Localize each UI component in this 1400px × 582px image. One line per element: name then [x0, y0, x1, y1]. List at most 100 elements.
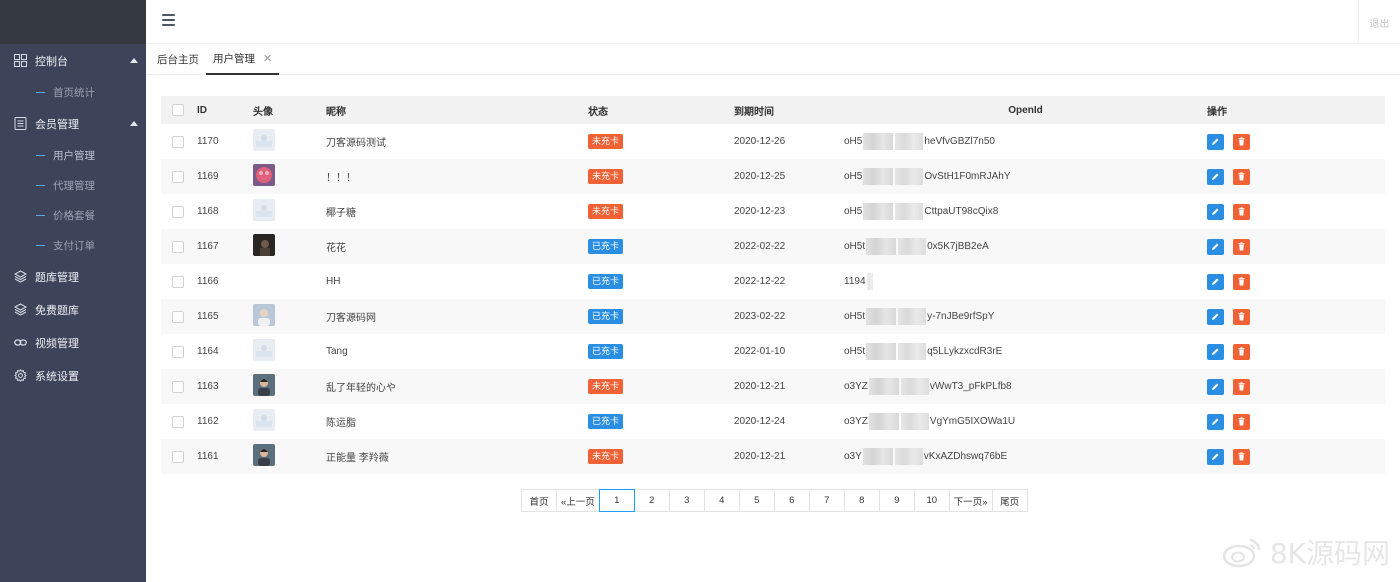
row-checkbox[interactable] [172, 135, 184, 148]
gear-icon [14, 369, 27, 382]
delete-button[interactable] [1233, 308, 1250, 325]
row-nickname: HH [326, 276, 341, 287]
page-button-9[interactable]: 9 [878, 489, 915, 512]
table-row: 1162 陈运脂 已充卡 2020-12-24 o3YZ VgYmG5IXOWa1U [161, 404, 1385, 439]
page-button-4[interactable]: 4 [703, 489, 740, 512]
page-button-7[interactable]: 7 [808, 489, 845, 512]
delete-button[interactable] [1233, 413, 1250, 430]
delete-button[interactable] [1233, 238, 1250, 255]
trash-icon [1237, 207, 1246, 216]
edit-icon [1211, 242, 1220, 251]
row-checkbox[interactable] [172, 205, 184, 218]
edit-icon [1211, 417, 1220, 426]
user-table: ID 头像 昵称 状态 到期时间 OpenId 操作 1170 刀客源码测试 未充卡… [161, 96, 1385, 474]
openid-prefix: oH5t [844, 346, 866, 357]
edit-button[interactable] [1207, 308, 1224, 325]
column-header-nickname: 昵称 [326, 106, 346, 118]
edit-button[interactable] [1207, 203, 1224, 220]
hamburger-menu-icon[interactable] [162, 14, 175, 26]
edit-icon [1211, 382, 1220, 391]
delete-button[interactable] [1233, 448, 1250, 465]
row-nickname: 正能量 李羚薇 [326, 453, 389, 464]
openid-prefix: oH5 [844, 171, 863, 182]
edit-button[interactable] [1207, 238, 1224, 255]
sidebar-item-4[interactable]: 视频管理 [0, 326, 146, 359]
select-all-checkbox[interactable] [172, 104, 184, 116]
page-button-8[interactable]: 8 [843, 489, 880, 512]
status-badge: 已充卡 [588, 239, 624, 254]
dash-icon [36, 214, 45, 216]
delete-button[interactable] [1233, 133, 1250, 150]
avatar-image [253, 129, 275, 151]
table-body: 1170 刀客源码测试 未充卡 2020-12-26 oH5 heVfvGBZl7n50 1… [161, 124, 1385, 474]
delete-button[interactable] [1233, 168, 1250, 185]
edit-button[interactable] [1207, 133, 1224, 150]
openid-prefix: oH5t [844, 241, 866, 252]
redacted-block [866, 273, 873, 290]
column-header-avatar: 头像 [253, 106, 273, 118]
avatar-image [253, 339, 275, 361]
prev-page-button[interactable]: «上一页 [556, 489, 600, 512]
row-checkbox[interactable] [172, 345, 184, 358]
row-checkbox[interactable] [172, 310, 184, 323]
sidebar-subitem-1-2[interactable]: 价格套餐 [0, 200, 146, 230]
trash-icon [1237, 277, 1246, 286]
edit-button[interactable] [1207, 273, 1224, 290]
sidebar-item-label: 题库管理 [35, 271, 79, 284]
delete-button[interactable] [1233, 378, 1250, 395]
openid-prefix: oH5 [844, 206, 863, 217]
sidebar-subitem-label: 用户管理 [53, 149, 95, 162]
next-page-button[interactable]: 下一页» [948, 489, 993, 512]
page-button-6[interactable]: 6 [773, 489, 810, 512]
sidebar-item-5[interactable]: 系统设置 [0, 359, 146, 392]
openid-prefix: o3YZ [844, 381, 868, 392]
table-row: 1165 刀客源码网 已充卡 2023-02-22 oH5t y-7nJBe9rfSpY [161, 299, 1385, 334]
row-checkbox[interactable] [172, 170, 184, 183]
first-page-button[interactable]: 首页 [521, 489, 557, 512]
logout-button[interactable]: 退出 [1358, 0, 1400, 44]
delete-button[interactable] [1233, 343, 1250, 360]
row-checkbox[interactable] [172, 380, 184, 393]
tab-0[interactable]: 后台主页 [150, 45, 206, 75]
edit-button[interactable] [1207, 168, 1224, 185]
edit-button[interactable] [1207, 343, 1224, 360]
row-checkbox[interactable] [172, 450, 184, 463]
redacted-block [900, 378, 929, 395]
edit-button[interactable] [1207, 413, 1224, 430]
sidebar-subitem-1-1[interactable]: 代理管理 [0, 170, 146, 200]
row-avatar-cell [253, 299, 326, 334]
edit-button[interactable] [1207, 448, 1224, 465]
delete-button[interactable] [1233, 203, 1250, 220]
page-button-1[interactable]: 1 [598, 489, 635, 512]
avatar-image [253, 409, 275, 431]
row-nickname: 椰子糖 [326, 208, 356, 219]
page-button-10[interactable]: 10 [913, 489, 950, 512]
delete-button[interactable] [1233, 273, 1250, 290]
sidebar-item-0[interactable]: 控制台 [0, 44, 146, 77]
last-page-button[interactable]: 尾页 [991, 489, 1028, 512]
row-id: 1169 [197, 171, 219, 182]
close-icon[interactable]: ✕ [263, 45, 272, 74]
openid-suffix: heVfvGBZl7n50 [924, 136, 995, 147]
sidebar-subitem-0-0[interactable]: 首页统计 [0, 77, 146, 107]
sidebar-subitem-1-0[interactable]: 用户管理 [0, 140, 146, 170]
row-checkbox[interactable] [172, 415, 184, 428]
row-checkbox[interactable] [172, 275, 184, 288]
trash-icon [1237, 312, 1246, 321]
row-expiry: 2022-12-22 [734, 276, 786, 287]
page-tabs: 后台主页 用户管理 ✕ [146, 45, 1400, 75]
sidebar-item-3[interactable]: 免费题库 [0, 293, 146, 326]
openid-suffix: y-7nJBe9rfSpY [927, 311, 995, 322]
tab-1[interactable]: 用户管理 ✕ [206, 45, 280, 75]
status-badge: 未充卡 [588, 169, 624, 184]
edit-button[interactable] [1207, 378, 1224, 395]
sidebar-subitem-1-3[interactable]: 支付订单 [0, 230, 146, 260]
row-checkbox[interactable] [172, 240, 184, 253]
sidebar-item-1[interactable]: 会员管理 [0, 107, 146, 140]
edit-icon [1211, 347, 1220, 356]
page-button-5[interactable]: 5 [738, 489, 775, 512]
row-openid: oH5 CttpaUT98cQix8 [844, 203, 1207, 220]
page-button-2[interactable]: 2 [633, 489, 670, 512]
sidebar-item-2[interactable]: 题库管理 [0, 260, 146, 293]
page-button-3[interactable]: 3 [668, 489, 705, 512]
